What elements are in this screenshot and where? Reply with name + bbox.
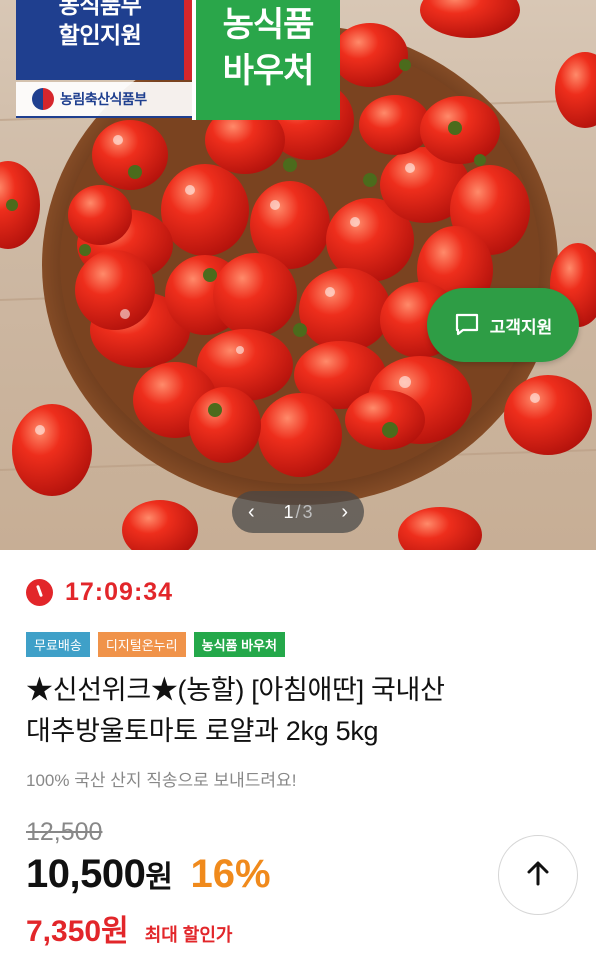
price-row: 10,500원 16% bbox=[26, 852, 271, 897]
scroll-to-top-button[interactable] bbox=[498, 835, 578, 915]
badge-line-2: 할인지원 bbox=[58, 22, 142, 48]
chat-bubble-icon bbox=[454, 313, 480, 337]
ministry-logo: 농림축산식품부 bbox=[16, 82, 192, 118]
product-image-carousel[interactable]: 농식품부 할인지원 농림축산식품부 농식품 바우처 고객지원 ‹ 1 / 3 › bbox=[0, 0, 596, 550]
chevron-right-icon[interactable]: › bbox=[341, 501, 348, 524]
tag-voucher: 농식품 바우처 bbox=[193, 632, 285, 657]
product-title: ★신선위크★(농할) [아침애딴] 국내산 대추방울토마토 로얄과 2kg 5k… bbox=[26, 670, 576, 752]
best-price-label: 최대 할인가 bbox=[144, 925, 233, 945]
best-price-row: 7,350원 최대 할인가 bbox=[26, 906, 233, 950]
best-price: 7,350원 bbox=[26, 915, 129, 948]
customer-support-button[interactable]: 고객지원 bbox=[427, 288, 579, 362]
product-subtitle: 100% 국산 산지 직송으로 보내드려요! bbox=[26, 771, 297, 790]
product-title-line-1: ★신선위크★(농할) [아침애딴] 국내산 bbox=[26, 675, 445, 705]
countdown-timer: 17:09:34 bbox=[26, 578, 173, 607]
image-pager: ‹ 1 / 3 › bbox=[232, 491, 364, 533]
taegeuk-emblem-icon bbox=[32, 88, 54, 110]
countdown-time: 17:09:34 bbox=[65, 578, 174, 606]
chevron-left-icon[interactable]: ‹ bbox=[248, 501, 255, 524]
ministry-name: 농림축산식품부 bbox=[60, 91, 147, 107]
voucher-badge-line-2: 바우처 bbox=[222, 52, 315, 90]
voucher-badge: 농식품 바우처 bbox=[192, 0, 340, 120]
original-price: 12,500 bbox=[26, 818, 103, 846]
product-title-line-2: 대추방울토마토 로얄과 2kg 5kg bbox=[26, 716, 379, 746]
pager-count: 1 / 3 bbox=[283, 502, 312, 523]
sale-price: 10,500원 bbox=[26, 852, 173, 897]
tag-digital-onnuri: 디지털온누리 bbox=[97, 632, 186, 657]
price-unit: 원 bbox=[145, 861, 173, 894]
voucher-badge-line-1: 농식품 bbox=[222, 6, 315, 44]
tag-list: 무료배송 디지털온누리 농식품 바우처 bbox=[26, 632, 285, 657]
badge-line-1: 농식품부 bbox=[58, 0, 142, 18]
pager-separator: / bbox=[295, 501, 301, 522]
pager-total: 3 bbox=[302, 501, 313, 522]
pager-current: 1 bbox=[283, 501, 294, 522]
discount-support-badge: 농식품부 할인지원 bbox=[16, 0, 192, 80]
sale-price-value: 10,500 bbox=[26, 852, 146, 896]
customer-support-label: 고객지원 bbox=[489, 317, 553, 337]
discount-rate: 16% bbox=[190, 852, 271, 896]
tag-free-shipping: 무료배송 bbox=[26, 632, 90, 657]
clock-icon bbox=[26, 579, 53, 606]
arrow-up-icon bbox=[526, 860, 550, 890]
